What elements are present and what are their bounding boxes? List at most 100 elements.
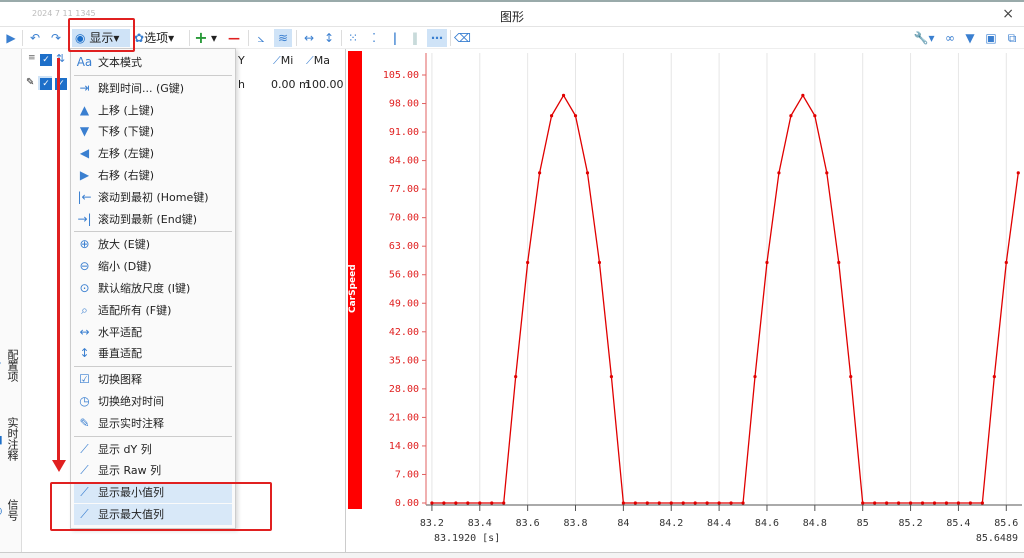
display-button-highlight	[68, 18, 135, 52]
menu-item[interactable]: ▼ 下移 (下键)	[74, 121, 232, 142]
signal-checkbox[interactable]: ✓	[40, 78, 52, 90]
close-button[interactable]: ×	[1002, 6, 1014, 22]
y-tick-label: 42.00	[389, 327, 419, 338]
tab-live-annotation[interactable]: 实时注释 ■	[0, 417, 20, 461]
column-menu-icon[interactable]: ≡	[28, 53, 36, 63]
data-point	[741, 501, 745, 505]
menu-item-icon: ▲	[79, 102, 90, 117]
min-max-items-highlight	[50, 482, 272, 531]
menu-item[interactable]: ▶ 右移 (右键)	[74, 165, 232, 186]
menu-item-label: 默认缩放尺度 (I键)	[98, 282, 191, 295]
y-tick-label: 84.00	[389, 156, 419, 167]
filter-icon[interactable]: ▼	[962, 29, 978, 47]
edit-icon[interactable]: ✎	[26, 77, 34, 88]
data-point	[621, 501, 625, 505]
header-max[interactable]: ⟋Ma	[306, 54, 330, 68]
link-icon[interactable]: ∞	[942, 29, 958, 47]
y-tick-label: 49.00	[389, 298, 419, 309]
add-dropdown[interactable]: ▾	[209, 29, 219, 47]
menu-item[interactable]: →| 滚动到最新 (End键)	[74, 209, 232, 230]
menu-item-label: 左移 (左键)	[98, 147, 155, 161]
header-min[interactable]: ⟋Mi	[273, 54, 293, 68]
data-point	[681, 501, 685, 505]
data-point	[849, 375, 853, 379]
menu-item-icon: ⟋	[80, 441, 89, 456]
data-point	[897, 501, 901, 505]
menu-item[interactable]: ⟋ 显示 dY 列	[74, 439, 232, 460]
data-point	[514, 375, 518, 379]
single-cursor-icon[interactable]: |	[388, 29, 402, 47]
title-bar: 2024 7 11 1345 图形 ×	[0, 0, 1024, 27]
cursor-pair-icon[interactable]: ⁚	[366, 29, 382, 47]
wrench-icon[interactable]: 🔧▾	[912, 29, 936, 47]
close-window-icon[interactable]: ▣	[983, 29, 999, 47]
data-point	[717, 501, 721, 505]
select-all-checkbox[interactable]: ✓	[40, 54, 52, 66]
tab-signal[interactable]: 信号 ◉	[0, 499, 20, 521]
x-end-label: 85.6489	[976, 533, 1018, 544]
menu-item[interactable]: ⇥ 跳到时间... (G键)	[74, 78, 232, 99]
menu-item[interactable]: |← 滚动到最初 (Home键)	[74, 187, 232, 208]
menu-item-label: 下移 (下键)	[98, 125, 155, 139]
menu-item-label: 滚动到最初 (Home键)	[98, 190, 209, 204]
menu-item[interactable]: ⌕ 适配所有 (F键)	[74, 300, 232, 321]
menu-item-label: 切换图释	[98, 373, 142, 387]
toolbar: ▶ ↶ ↷ ◉ 显示▾ ✿选项▾ + ▾ — ⦣ ≋ ↔ ↕ ⁙ ⁚ | ‖ ⋯…	[0, 27, 1024, 49]
fit-vertical-icon[interactable]: ↕	[320, 29, 338, 47]
cursor-icon[interactable]: ⁙	[345, 29, 361, 47]
menu-item[interactable]: ↕ 垂直适配	[74, 343, 232, 364]
menu-item[interactable]: ☑ 切换图释	[74, 369, 232, 390]
menu-item-icon: ◷	[79, 394, 90, 408]
data-point	[873, 501, 877, 505]
remove-button[interactable]: —	[226, 29, 242, 47]
data-point	[454, 501, 458, 505]
menu-item-icon: ◀	[79, 146, 90, 161]
play-button[interactable]: ▶	[3, 29, 19, 47]
menu-item[interactable]: ⊙ 默认缩放尺度 (I键)	[74, 278, 232, 299]
data-point	[478, 501, 482, 505]
more-icon[interactable]: ⋯	[427, 29, 447, 47]
x-tick-label: 85.4	[946, 518, 970, 529]
data-point	[526, 260, 530, 265]
menu-item-icon: ✎	[79, 415, 90, 430]
plot-svg[interactable]: 83.2 83.4 83.6 83.8 84 84.2 84.4 84.6 84.8 85 85.2…	[346, 49, 1024, 552]
double-cursor-icon[interactable]: ‖	[408, 29, 422, 47]
add-button[interactable]: +	[194, 29, 208, 47]
y-tick-label: 7.00	[395, 469, 419, 480]
menu-item[interactable]: ◷ 切换绝对时间	[74, 391, 232, 412]
annotation-arrow-head	[52, 460, 66, 472]
stacked-chart-icon[interactable]: ≋	[274, 29, 292, 47]
menu-item[interactable]: ⊖ 缩小 (D键)	[74, 256, 232, 277]
data-point	[549, 114, 554, 118]
y-tick-label: 70.00	[389, 213, 419, 224]
header-y[interactable]: Y	[238, 54, 245, 67]
menu-item[interactable]: ⊕ 放大 (E键)	[74, 234, 232, 255]
menu-item[interactable]: ↔ 水平适配	[74, 322, 232, 343]
data-point	[561, 93, 566, 97]
menu-item[interactable]: Aa 文本模式	[74, 52, 232, 73]
row-max: 100.00	[305, 78, 344, 91]
data-point	[597, 260, 602, 265]
export-icon[interactable]: ⧉	[1004, 29, 1020, 47]
tab-config[interactable]: 配置项 ➤	[0, 349, 20, 382]
data-point	[753, 375, 757, 379]
menu-item-label: 放大 (E键)	[98, 238, 151, 252]
menu-separator	[74, 74, 232, 76]
menu-item-icon: ⟋	[80, 463, 89, 478]
data-point	[1004, 260, 1008, 265]
data-point	[442, 501, 446, 505]
options-menu-button[interactable]: ✿选项▾	[134, 29, 186, 47]
menu-item[interactable]: ◀ 左移 (左键)	[74, 143, 232, 164]
line-chart-icon[interactable]: ⦣	[252, 29, 270, 47]
menu-item[interactable]: ✎ 显示实时注释	[74, 413, 232, 434]
data-point	[669, 501, 673, 505]
menu-item[interactable]: ▲ 上移 (上键)	[74, 100, 232, 121]
menu-item[interactable]: ⟋ 显示 Raw 列	[74, 460, 232, 481]
data-point	[538, 171, 542, 175]
x-tick-label: 84.6	[755, 518, 779, 529]
undo-button[interactable]: ↶	[27, 29, 43, 47]
eraser-icon[interactable]: ⌫	[454, 29, 471, 47]
data-point	[920, 501, 925, 505]
fit-horizontal-icon[interactable]: ↔	[300, 29, 318, 47]
redo-button[interactable]: ↷	[48, 29, 64, 47]
